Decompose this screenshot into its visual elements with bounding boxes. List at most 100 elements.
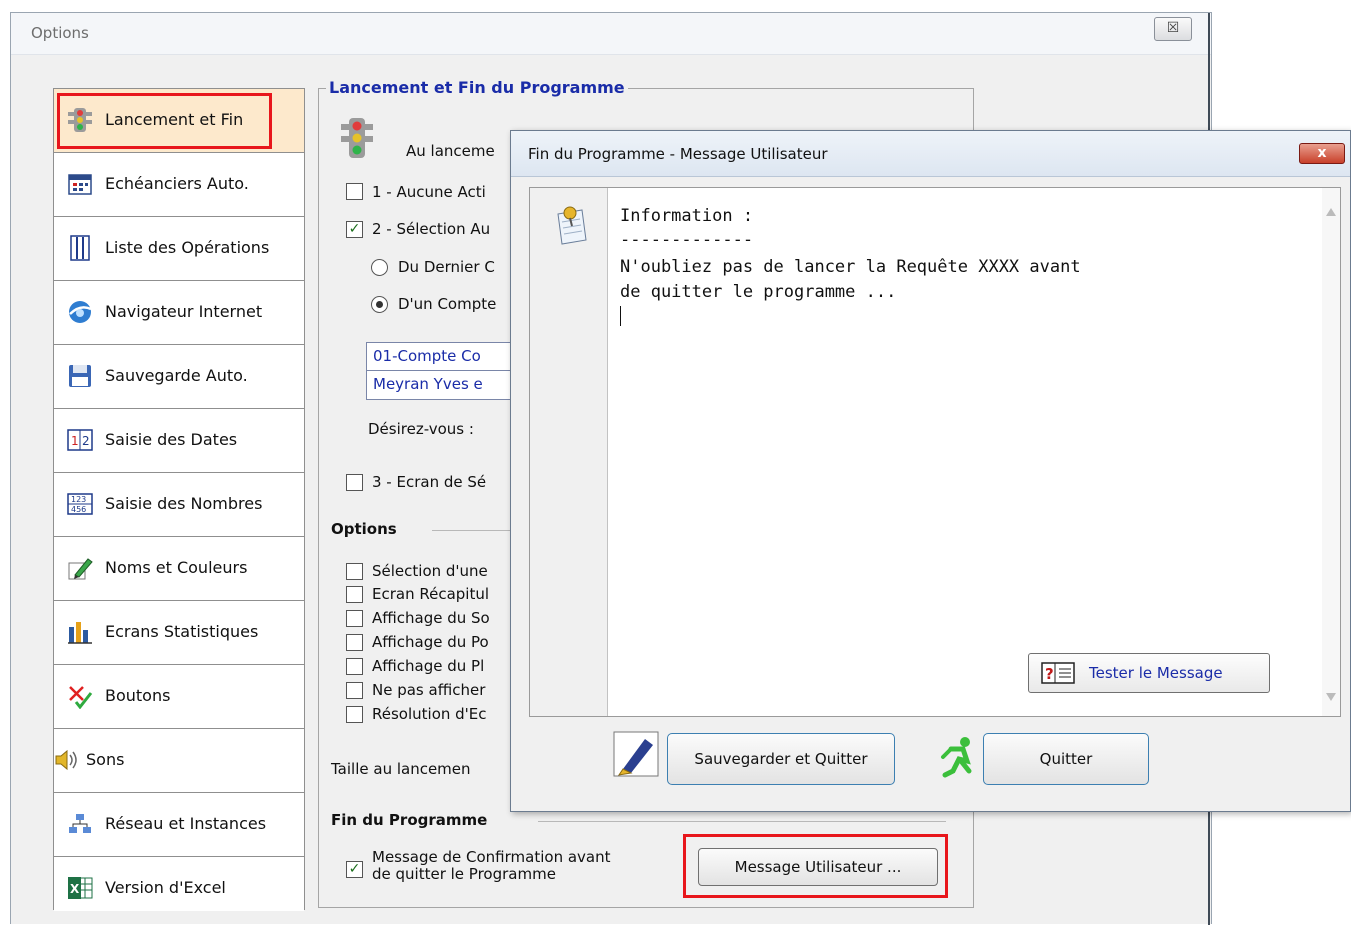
- close-button[interactable]: ☒: [1154, 17, 1192, 41]
- svg-text:123: 123: [71, 495, 86, 504]
- sidebar-item-label: Saisie des Nombres: [105, 494, 263, 513]
- sidebar-item-label: Sauvegarde Auto.: [105, 366, 248, 385]
- option-checkbox[interactable]: [346, 682, 363, 699]
- confirm-label-line2: de quitter le Programme: [372, 865, 556, 883]
- sidebar-item-echeanciers[interactable]: Echéanciers Auto.: [54, 153, 304, 217]
- excel-icon: X: [68, 877, 93, 899]
- option-checkbox[interactable]: [346, 563, 363, 580]
- option-checkbox[interactable]: [346, 610, 363, 627]
- number-pad-icon: 123 456: [67, 493, 93, 515]
- speaker-icon: [55, 749, 77, 771]
- scrollbar[interactable]: [1322, 188, 1340, 716]
- save-quit-button[interactable]: Sauvegarder et Quitter: [667, 733, 895, 785]
- message-line: Information :: [620, 206, 754, 226]
- svg-text:456: 456: [71, 505, 86, 514]
- pencil-icon: [68, 558, 93, 580]
- highlight-box: [57, 93, 272, 149]
- sidebar-item-label: Sons: [86, 750, 125, 769]
- option2-label: 2 - Sélection Au: [372, 220, 491, 238]
- desirez-label: Désirez-vous :: [368, 420, 474, 438]
- option-label: Affichage du So: [372, 609, 490, 627]
- traffic-light-icon: [341, 118, 373, 158]
- list-icon: [70, 235, 90, 261]
- pen-sign-icon: [613, 731, 659, 777]
- network-icon: [69, 814, 91, 833]
- sidebar-item-label: Echéanciers Auto.: [105, 174, 249, 193]
- option3-label: 3 - Ecran de Sé: [372, 473, 487, 491]
- option-label: Résolution d'Ec: [372, 705, 487, 723]
- account-row[interactable]: 01-Compte Co: [367, 343, 511, 371]
- message-line: de quitter le programme ...: [620, 282, 897, 302]
- scroll-down-arrow-icon[interactable]: [1326, 693, 1336, 701]
- sidebar-item-statistiques[interactable]: Ecrans Statistiques: [54, 601, 304, 665]
- option3-checkbox[interactable]: [346, 474, 363, 491]
- option1-label: 1 - Aucune Acti: [372, 183, 486, 201]
- option-label: Ecran Récapitul: [372, 585, 490, 603]
- sidebar-item-operations[interactable]: Liste des Opérations: [54, 217, 304, 281]
- radio-compte-label: D'un Compte: [398, 295, 497, 313]
- sidebar-item-label: Noms et Couleurs: [105, 558, 248, 577]
- scroll-up-arrow-icon[interactable]: [1326, 208, 1336, 216]
- option1-checkbox[interactable]: [346, 183, 363, 200]
- test-message-button[interactable]: ? Tester le Message: [1028, 653, 1270, 693]
- title-bar: Options ☒: [11, 13, 1211, 55]
- sidebar-item-dates[interactable]: 1 2 Saisie des Dates: [54, 409, 304, 473]
- text-caret: [620, 306, 621, 326]
- calendar-icon: [68, 174, 92, 195]
- bar-chart-icon: [68, 622, 92, 644]
- message-line: N'oubliez pas de lancer la Requête XXXX …: [620, 257, 1081, 277]
- launch-label: Au lanceme: [406, 142, 495, 160]
- sidebar-item-label: Boutons: [105, 686, 171, 705]
- option-checkbox[interactable]: [346, 706, 363, 723]
- pinned-note-icon: [557, 206, 587, 245]
- sidebar-item-sons[interactable]: Sons: [54, 729, 304, 793]
- option-label: Affichage du Pl: [372, 657, 485, 675]
- option2-checkbox[interactable]: ✓: [346, 221, 363, 238]
- sidebar-item-boutons[interactable]: Boutons: [54, 665, 304, 729]
- sidebar-item-excel[interactable]: X Version d'Excel: [54, 857, 304, 911]
- separator: [538, 821, 946, 822]
- options-sidebar: Lancement et Fin Echéanciers Auto. Liste…: [53, 88, 305, 911]
- separator: [432, 530, 510, 531]
- sidebar-item-label: Navigateur Internet: [105, 302, 263, 321]
- sidebar-item-label: Ecrans Statistiques: [105, 622, 259, 641]
- help-list-icon: ?: [1041, 662, 1075, 684]
- sidebar-item-sauvegarde[interactable]: Sauvegarde Auto.: [54, 345, 304, 409]
- sidebar-item-navigateur[interactable]: Navigateur Internet: [54, 281, 304, 345]
- account-row[interactable]: Meyran Yves e: [367, 371, 511, 399]
- dialog-close-button[interactable]: x: [1299, 143, 1345, 164]
- dialog-title: Fin du Programme - Message Utilisateur: [528, 145, 828, 163]
- radio-dernier[interactable]: [371, 259, 388, 276]
- option-label: Affichage du Po: [372, 633, 489, 651]
- group-title: Lancement et Fin du Programme: [326, 78, 628, 97]
- date-entry-icon: 1 2: [67, 429, 93, 451]
- sidebar-item-nombres[interactable]: 123 456 Saisie des Nombres: [54, 473, 304, 537]
- radio-dernier-label: Du Dernier C: [398, 258, 495, 276]
- svg-text:1: 1: [71, 434, 79, 448]
- sidebar-item-reseau[interactable]: Réseau et Instances: [54, 793, 304, 857]
- running-exit-icon: [941, 737, 972, 778]
- sidebar-item-label: Saisie des Dates: [105, 430, 238, 449]
- account-selector[interactable]: 01-Compte Co Meyran Yves e: [366, 342, 512, 400]
- test-message-label: Tester le Message: [1089, 664, 1223, 682]
- quit-button[interactable]: Quitter: [983, 733, 1149, 785]
- options-section-title: Options: [331, 520, 397, 538]
- option-checkbox[interactable]: [346, 658, 363, 675]
- sidebar-item-noms-couleurs[interactable]: Noms et Couleurs: [54, 537, 304, 601]
- svg-text:X: X: [70, 882, 80, 896]
- icon-strip: [530, 188, 608, 716]
- radio-compte[interactable]: [371, 296, 388, 313]
- window-title: Options: [31, 24, 89, 42]
- option-checkbox[interactable]: [346, 634, 363, 651]
- option-label: Ne pas afficher: [372, 681, 486, 699]
- floppy-disk-icon: [69, 365, 91, 387]
- message-line: -------------: [620, 230, 754, 250]
- fin-section-title: Fin du Programme: [331, 811, 488, 829]
- option-checkbox[interactable]: [346, 586, 363, 603]
- svg-text:?: ?: [1045, 665, 1054, 683]
- taille-label: Taille au lancemen: [331, 760, 471, 778]
- browser-globe-icon: [69, 301, 92, 323]
- sidebar-item-label: Liste des Opérations: [105, 238, 270, 257]
- confirm-checkbox[interactable]: ✓: [346, 861, 363, 878]
- dialog-title-bar: Fin du Programme - Message Utilisateur x: [511, 131, 1350, 177]
